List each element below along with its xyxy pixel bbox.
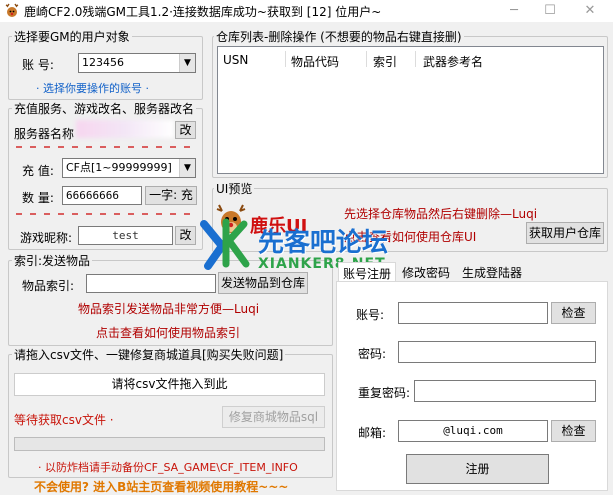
csv-status: 等待获取csv文件 · bbox=[14, 413, 114, 427]
account-hint: · 选择你要操作的账号 · bbox=[36, 82, 149, 95]
nickname-label: 游戏昵称: bbox=[20, 231, 73, 245]
reg-repeat-password-input[interactable] bbox=[414, 380, 596, 402]
server-label: 服务器名称 bbox=[14, 127, 75, 141]
csv-title: 请拖入csv文件、一键修复商城道具[购买失败问题] bbox=[12, 346, 286, 363]
server-rename-button[interactable]: 改 bbox=[175, 121, 196, 139]
ui-preview-title: UI预览 bbox=[214, 180, 255, 197]
reg-account-label: 账号: bbox=[356, 308, 385, 322]
item-index-label: 物品索引: bbox=[22, 279, 75, 293]
recharge-title: 充值服务、游戏改名、服务器改名 bbox=[12, 100, 197, 117]
get-warehouse-button[interactable]: 获取用户仓库 bbox=[526, 222, 604, 244]
fix-shop-items-button[interactable]: 修复商城物品sql bbox=[222, 406, 325, 428]
csv-progress-bar bbox=[14, 437, 325, 451]
decoration-divider bbox=[16, 146, 198, 148]
column-separator bbox=[366, 51, 367, 67]
charge-type-select[interactable]: CF点[1~99999999] ▼ bbox=[62, 158, 196, 178]
nickname-input[interactable]: test bbox=[78, 226, 173, 245]
check-account-button[interactable]: 检查 bbox=[551, 302, 596, 324]
reg-account-input[interactable] bbox=[398, 302, 548, 324]
warehouse-tip: 先选择仓库物品然后右键删除—Luqi bbox=[344, 207, 538, 221]
charge-label: 充 值: bbox=[22, 164, 54, 178]
watermark-logo-icon bbox=[200, 212, 250, 272]
window-title: 鹿崎CF2.0残端GM工具1.2·连接数据库成功~获取到 [12] 位用户~ bbox=[24, 5, 382, 19]
close-button[interactable]: ✕ bbox=[572, 0, 608, 22]
deer-app-icon bbox=[4, 3, 20, 19]
index-help-link[interactable]: 点击查看如何使用物品索引 bbox=[96, 324, 240, 341]
reg-email-input[interactable]: @luqi.com bbox=[398, 420, 548, 442]
column-header-usn[interactable]: USN bbox=[223, 53, 248, 67]
register-submit-button[interactable]: 注册 bbox=[406, 454, 549, 484]
account-select[interactable]: 123456 ▼ bbox=[78, 53, 196, 73]
nickname-rename-button[interactable]: 改 bbox=[175, 226, 196, 245]
check-email-button[interactable]: 检查 bbox=[551, 420, 596, 442]
csv-drop-area[interactable]: 请将csv文件拖入到此 bbox=[14, 373, 325, 396]
server-name-field[interactable] bbox=[76, 120, 174, 138]
warehouse-list[interactable]: USN 物品代码 索引 武器参考名 bbox=[217, 46, 604, 174]
column-header-index[interactable]: 索引 bbox=[373, 53, 397, 70]
quantity-label: 数 量: bbox=[22, 191, 54, 205]
quantity-input[interactable]: 66666666 bbox=[62, 186, 142, 205]
column-separator bbox=[285, 51, 286, 67]
account-select-value: 123456 bbox=[82, 56, 124, 69]
tab-change-password[interactable]: 修改密码 bbox=[398, 262, 454, 283]
chevron-down-icon[interactable]: ▼ bbox=[179, 54, 195, 72]
charge-button[interactable]: 一字: 充 bbox=[145, 186, 197, 205]
account-label: 账 号: bbox=[22, 58, 54, 72]
column-header-item-code[interactable]: 物品代码 bbox=[291, 53, 339, 70]
tab-register[interactable]: 账号注册 bbox=[338, 262, 397, 282]
video-tutorial-link[interactable]: 不会使用? 进入B站主页查看视频使用教程~~~ bbox=[34, 478, 288, 495]
tab-generate-launcher[interactable]: 生成登陆器 bbox=[458, 262, 526, 283]
send-item-button[interactable]: 发送物品到仓库 bbox=[218, 272, 308, 294]
maximize-button[interactable]: ☐ bbox=[532, 0, 568, 22]
column-header-weapon-name[interactable]: 武器参考名 bbox=[423, 53, 483, 70]
reg-password-input[interactable] bbox=[398, 341, 596, 363]
minimize-button[interactable]: ─ bbox=[496, 0, 532, 22]
column-separator bbox=[415, 51, 416, 67]
watermark-text: 先客吧论坛 bbox=[258, 228, 389, 258]
decoration-divider bbox=[16, 213, 198, 215]
user-select-title: 选择要GM的用户对象 bbox=[12, 28, 132, 45]
reg-email-label: 邮箱: bbox=[358, 426, 387, 440]
index-send-title: 索引:发送物品 bbox=[12, 252, 93, 269]
reg-password-label: 密码: bbox=[358, 347, 387, 361]
item-index-input[interactable] bbox=[86, 274, 216, 293]
backup-hint: · 以防炸档请手动备份CF_SA_GAME\CF_ITEM_INFO bbox=[38, 461, 298, 474]
reg-repeat-password-label: 重复密码: bbox=[358, 386, 411, 400]
warehouse-title: 仓库列表-删除操作 (不想要的物品右键直接删) bbox=[214, 28, 464, 45]
chevron-down-icon[interactable]: ▼ bbox=[179, 159, 195, 177]
index-tip: 物品索引发送物品非常方便—Luqi bbox=[78, 302, 260, 316]
charge-type-value: CF点[1~99999999] bbox=[66, 161, 172, 174]
